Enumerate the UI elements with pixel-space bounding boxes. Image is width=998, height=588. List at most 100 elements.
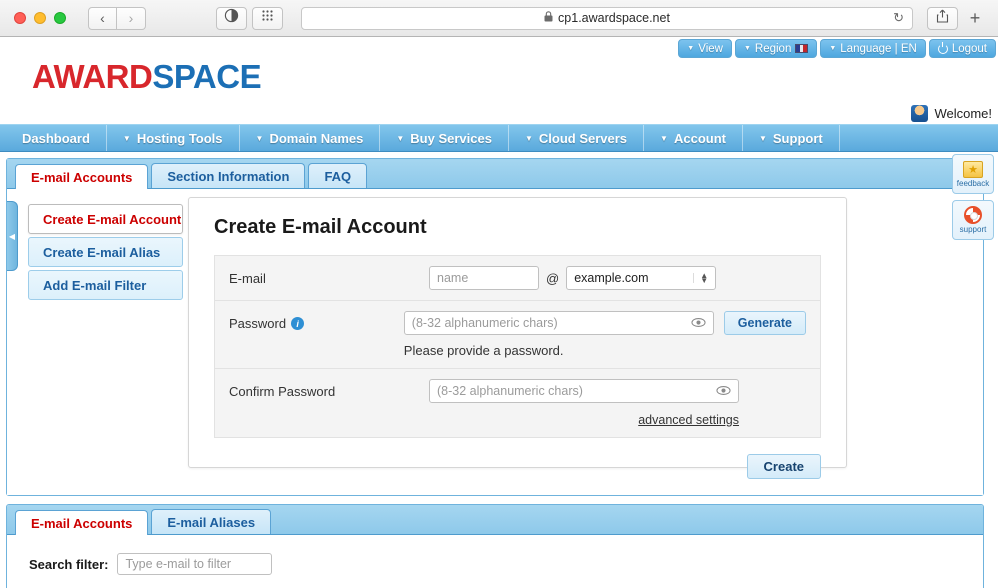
- tab-section-information[interactable]: Section Information: [151, 163, 305, 188]
- logo[interactable]: AWARDSPACE: [32, 58, 261, 96]
- create-email-account-form: Create E-mail Account E-mail name @ exam…: [188, 197, 847, 468]
- back-icon: ‹: [100, 10, 105, 26]
- password-error-message: Please provide a password.: [404, 343, 806, 358]
- back-button[interactable]: ‹: [88, 7, 117, 30]
- navigation-buttons: ‹ ›: [88, 7, 146, 30]
- search-input[interactable]: Type e-mail to filter: [117, 553, 272, 575]
- nav-label: Account: [674, 131, 726, 146]
- region-button[interactable]: ▼ Region: [735, 39, 817, 58]
- advanced-settings-link[interactable]: advanced settings: [429, 413, 739, 427]
- nav-item-domain-names[interactable]: ▼ Domain Names: [240, 125, 381, 151]
- bottom-tab-email-aliases[interactable]: E-mail Aliases: [151, 509, 271, 534]
- forward-button[interactable]: ›: [117, 7, 146, 30]
- bottom-tab-email-accounts[interactable]: E-mail Accounts: [15, 510, 148, 535]
- maximize-window-button[interactable]: [54, 12, 66, 24]
- confirm-password-input[interactable]: (8-32 alphanumeric chars): [429, 379, 739, 403]
- tab-email-accounts[interactable]: E-mail Accounts: [15, 164, 148, 189]
- sidebar-item-label: Create E-mail Alias: [43, 245, 160, 260]
- star-icon: ★: [963, 161, 983, 178]
- support-widget-label: support: [960, 225, 987, 234]
- flag-icon: [795, 44, 808, 53]
- region-button-label: Region: [755, 43, 791, 55]
- email-list-panel: E-mail Accounts E-mail Aliases Search fi…: [6, 504, 984, 588]
- lifebuoy-icon: [964, 206, 982, 224]
- info-icon[interactable]: i: [291, 317, 304, 330]
- panel-body: Create E-mail Account Create E-mail Alia…: [7, 189, 983, 495]
- nav-item-dashboard[interactable]: Dashboard: [0, 125, 107, 151]
- tab-label: E-mail Accounts: [31, 170, 132, 185]
- password-label: Password: [229, 316, 286, 331]
- welcome-area: Welcome!: [0, 102, 998, 124]
- email-name-placeholder: name: [437, 271, 468, 285]
- sidebar-item-create-email-account[interactable]: Create E-mail Account: [28, 204, 183, 234]
- toolbar-left-group: [216, 7, 283, 30]
- logout-button[interactable]: Logout: [929, 39, 996, 58]
- new-tab-button[interactable]: +: [962, 5, 988, 31]
- password-input[interactable]: (8-32 alphanumeric chars): [404, 311, 714, 335]
- confirm-password-input-wrapper: (8-32 alphanumeric chars): [429, 379, 739, 403]
- password-placeholder: (8-32 alphanumeric chars): [412, 316, 558, 330]
- content-area: E-mail Accounts Section Information FAQ …: [0, 152, 998, 522]
- view-button[interactable]: ▼ View: [678, 39, 732, 58]
- panel-tabstrip: E-mail Accounts Section Information FAQ: [7, 159, 983, 189]
- feedback-widget[interactable]: ★ feedback: [952, 154, 994, 194]
- chevron-down-icon: ▼: [123, 134, 131, 143]
- tab-label: FAQ: [324, 169, 351, 184]
- forward-icon: ›: [129, 10, 134, 26]
- nav-label: Buy Services: [410, 131, 492, 146]
- nav-item-hosting-tools[interactable]: ▼ Hosting Tools: [107, 125, 240, 151]
- generate-password-button[interactable]: Generate: [724, 311, 806, 335]
- tabs-overview-button[interactable]: [252, 7, 283, 30]
- window-controls: [14, 12, 66, 24]
- tab-faq[interactable]: FAQ: [308, 163, 367, 188]
- new-tab-icon: +: [970, 8, 981, 29]
- domain-select[interactable]: example.com ▲▼: [566, 266, 716, 290]
- chevron-down-icon: ▼: [660, 134, 668, 143]
- nav-label: Domain Names: [269, 131, 363, 146]
- language-button[interactable]: ▼ Language | EN: [820, 39, 925, 58]
- sidebar-item-label: Add E-mail Filter: [43, 278, 146, 293]
- minimize-window-button[interactable]: [34, 12, 46, 24]
- side-menu: Create E-mail Account Create E-mail Alia…: [28, 204, 183, 303]
- support-widget[interactable]: support: [952, 200, 994, 240]
- domain-select-value: example.com: [574, 271, 648, 285]
- chevron-down-icon: ▼: [759, 134, 767, 143]
- bottom-tabstrip: E-mail Accounts E-mail Aliases: [7, 505, 983, 535]
- at-symbol: @: [539, 271, 566, 286]
- nav-item-account[interactable]: ▼ Account: [644, 125, 743, 151]
- nav-item-buy-services[interactable]: ▼ Buy Services: [380, 125, 509, 151]
- email-controls: name @ example.com ▲▼: [429, 266, 806, 290]
- sidebar-item-add-email-filter[interactable]: Add E-mail Filter: [28, 270, 183, 300]
- tab-label: E-mail Aliases: [167, 515, 255, 530]
- nav-item-cloud-servers[interactable]: ▼ Cloud Servers: [509, 125, 644, 151]
- chevron-down-icon: ▼: [687, 45, 694, 52]
- nav-filler: [840, 125, 998, 151]
- reload-icon[interactable]: ↻: [893, 10, 904, 26]
- email-name-input[interactable]: name: [429, 266, 539, 290]
- eye-icon[interactable]: [691, 315, 706, 330]
- eye-icon[interactable]: [716, 383, 731, 398]
- close-window-button[interactable]: [14, 12, 26, 24]
- chevron-down-icon: ▼: [525, 134, 533, 143]
- power-icon: [938, 44, 948, 54]
- tab-label: Section Information: [167, 169, 289, 184]
- create-button[interactable]: Create: [747, 454, 821, 479]
- search-placeholder: Type e-mail to filter: [125, 557, 231, 571]
- search-filter-label: Search filter:: [29, 557, 108, 572]
- chevron-down-icon: ▼: [396, 134, 404, 143]
- form-row-confirm-password: Confirm Password (8-32 alphanumeric char…: [215, 369, 820, 437]
- password-controls: (8-32 alphanumeric chars) Generate Pleas…: [404, 311, 806, 358]
- avatar: [911, 105, 928, 122]
- form-rows: E-mail name @ example.com ▲▼: [214, 255, 821, 438]
- share-button[interactable]: [927, 7, 958, 30]
- browser-toolbar: ‹ › cp1.awardspace.net ↻: [0, 0, 998, 37]
- confirm-password-controls: (8-32 alphanumeric chars) advanced setti…: [429, 379, 806, 427]
- sidebar-toggle-button[interactable]: [216, 7, 247, 30]
- nav-item-support[interactable]: ▼ Support: [743, 125, 840, 151]
- address-bar[interactable]: cp1.awardspace.net ↻: [301, 7, 913, 30]
- sidebar-item-create-email-alias[interactable]: Create E-mail Alias: [28, 237, 183, 267]
- sidebar-collapse-handle[interactable]: ◀: [7, 201, 18, 271]
- language-button-label: Language | EN: [840, 43, 917, 55]
- side-widgets: ★ feedback support: [952, 154, 996, 246]
- form-actions: Create: [189, 438, 846, 479]
